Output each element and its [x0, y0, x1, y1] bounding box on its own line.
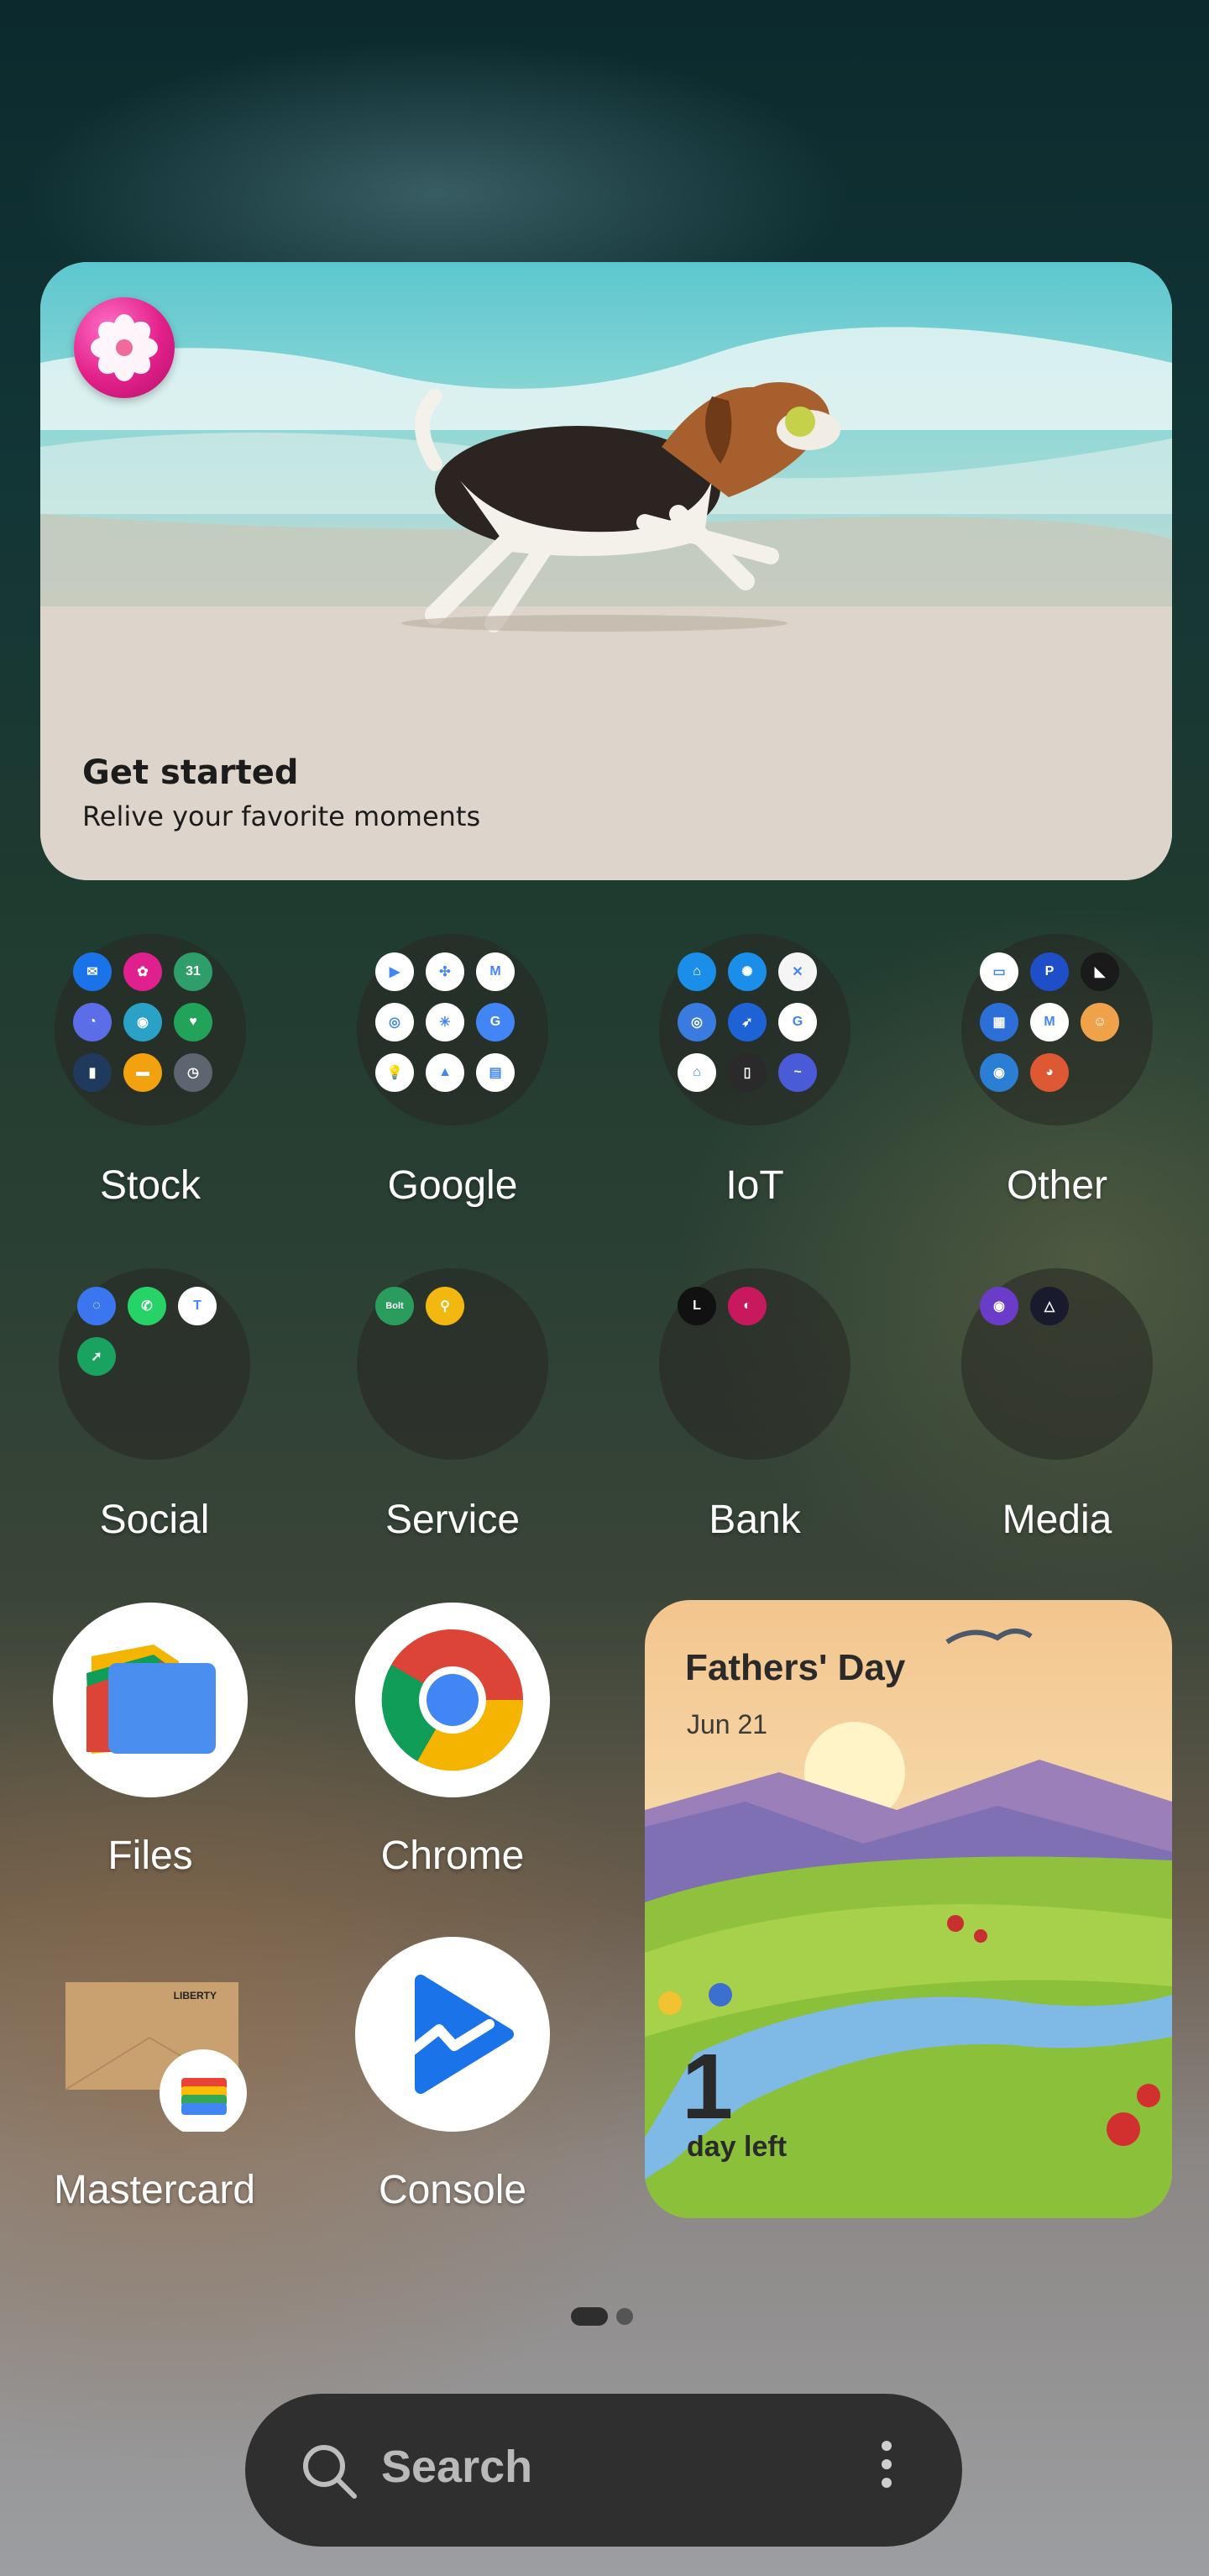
home-app-icon: ⌂ — [678, 1053, 716, 1092]
remote-icon: ▯ — [728, 1053, 767, 1092]
more-options-icon[interactable] — [870, 2441, 903, 2500]
files-icon — [53, 1603, 248, 1797]
app-chrome[interactable]: Chrome — [327, 1603, 578, 1879]
duckduckgo-icon: ◕ — [1030, 1053, 1069, 1092]
folder-service-label: Service — [385, 1498, 521, 1542]
velop-icon: ~ — [778, 1053, 817, 1092]
page-dot[interactable] — [616, 2308, 633, 2325]
folder-social-icon: ◌ ✆ T ➚ — [59, 1268, 250, 1460]
signal-icon: ◌ — [77, 1287, 116, 1325]
event-days-label: day left — [687, 2131, 788, 2163]
keep-icon: 💡 — [375, 1053, 414, 1092]
page-dot-active[interactable] — [571, 2307, 608, 2326]
drive-icon: ▲ — [426, 1053, 464, 1092]
folder-service-icon: Bolt ⚲ — [357, 1268, 548, 1460]
folder-iot-icon: ⌂ ✺ ✕ ◎ ➶ G ⌂ ▯ ~ — [659, 934, 850, 1125]
flag-app-icon: ◣ — [1081, 952, 1119, 991]
folder-other-label: Other — [1006, 1163, 1108, 1208]
folder-google-icon: ▶ ✣ M ◎ ✳ G 💡 ▲ ▤ — [357, 934, 548, 1125]
folder-stock-label: Stock — [99, 1163, 202, 1208]
translate-icon: G — [476, 1003, 515, 1041]
console-icon — [355, 1937, 550, 2132]
event-days-count: 1 — [682, 2035, 734, 2138]
search-bar[interactable]: Search — [245, 2394, 962, 2547]
search-icon — [303, 2445, 357, 2499]
circle-app-icon: ◎ — [678, 1003, 716, 1041]
folder-bank-label: Bank — [709, 1498, 801, 1542]
my-files-icon: ▬ — [123, 1053, 162, 1092]
health-icon: ♥ — [174, 1003, 212, 1041]
bolt-icon: Bolt — [375, 1287, 414, 1325]
folder-social[interactable]: ◌ ✆ T ➚ Social — [29, 1268, 280, 1543]
folder-stock[interactable]: ✉ ✿ 31 ◔ ◉ ♥ ▮ ▬ ◷ Stock — [24, 934, 276, 1209]
bixby-icon: ◉ — [123, 1003, 162, 1041]
chrome-icon — [355, 1603, 550, 1797]
gallery-flower-icon[interactable] — [74, 297, 175, 398]
smartthings-icon: ⌂ — [678, 952, 716, 991]
app-mastercard[interactable]: LIBERTY Mastercard — [29, 1937, 280, 2213]
folder-stock-icon: ✉ ✿ 31 ◔ ◉ ♥ ▮ ▬ ◷ — [55, 934, 246, 1125]
proton-mail-icon: M — [1030, 1003, 1069, 1041]
folder-other[interactable]: ▭ P ◣ ▦ M ☺ ◉ ◕ Other — [931, 934, 1183, 1209]
liberty-icon: L — [678, 1287, 716, 1325]
search-placeholder: Search — [381, 2442, 533, 2492]
app-console-label: Console — [378, 2168, 527, 2212]
play-store-icon: ▶ — [375, 952, 414, 991]
folder-google-label: Google — [387, 1163, 518, 1208]
svg-text:LIBERTY: LIBERTY — [174, 1990, 217, 2002]
gallery-icon: ✿ — [123, 952, 162, 991]
memory-text: Get started Relive your favorite moments — [82, 753, 480, 832]
chrome-mini-icon: ◎ — [375, 1003, 414, 1041]
hub-icon: ✺ — [728, 952, 767, 991]
folder-other-icon: ▭ P ◣ ▦ M ☺ ◉ ◕ — [961, 934, 1153, 1125]
mastercard-icon: LIBERTY — [57, 1937, 252, 2137]
folder-iot[interactable]: ⌂ ✺ ✕ ◎ ➶ G ⌂ ▯ ~ IoT — [629, 934, 881, 1209]
docs-icon: ▤ — [476, 1053, 515, 1092]
card-app-icon: ▭ — [980, 952, 1018, 991]
whatsapp-icon: ✆ — [128, 1287, 166, 1325]
podcast-icon: ◉ — [980, 1287, 1018, 1325]
location-app-icon: ⚲ — [426, 1287, 464, 1325]
profile-app-icon: ◉ — [980, 1053, 1018, 1092]
face-app-icon: ☺ — [1081, 1003, 1119, 1041]
share-app-icon: ➚ — [77, 1337, 116, 1376]
memory-widget[interactable]: Get started Relive your favorite moments — [40, 262, 1172, 880]
bird-app-icon: ➶ — [728, 1003, 767, 1041]
gmail-icon: M — [476, 952, 515, 991]
x-app-icon: ✕ — [778, 952, 817, 991]
clock-icon: ◷ — [174, 1053, 212, 1092]
folder-media-label: Media — [1002, 1498, 1112, 1542]
memory-subtitle: Relive your favorite moments — [82, 800, 481, 832]
folder-bank[interactable]: L ◐ Bank — [629, 1268, 881, 1543]
internet-icon: ◔ — [73, 1003, 112, 1041]
folder-media-icon: ◉ △ — [961, 1268, 1153, 1460]
folder-social-label: Social — [99, 1498, 210, 1542]
folder-service[interactable]: Bolt ⚲ Service — [327, 1268, 578, 1543]
messages-icon: ✉ — [73, 952, 112, 991]
memory-title: Get started — [82, 753, 299, 792]
event-date: Jun 21 — [687, 1709, 768, 1739]
bank-app-icon: ◐ — [728, 1287, 767, 1325]
folder-google[interactable]: ▶ ✣ M ◎ ✳ G 💡 ▲ ▤ Google — [327, 934, 578, 1209]
calendar-icon: 31 — [174, 952, 212, 991]
app-mastercard-label: Mastercard — [53, 2168, 256, 2212]
photos-icon: ✣ — [426, 952, 464, 991]
g-app-icon: G — [778, 1003, 817, 1041]
teams-icon: T — [178, 1287, 217, 1325]
app-chrome-label: Chrome — [380, 1834, 525, 1878]
folder-iot-label: IoT — [725, 1163, 784, 1208]
assistant-icon: ✳ — [426, 1003, 464, 1041]
wallet-icon: ▮ — [73, 1053, 112, 1092]
folder-media[interactable]: ◉ △ Media — [931, 1268, 1183, 1543]
event-title: Fathers' Day — [685, 1647, 906, 1688]
folder-bank-icon: L ◐ — [659, 1268, 850, 1460]
proton-vpn-icon: △ — [1030, 1287, 1069, 1325]
playstation-icon: P — [1030, 952, 1069, 991]
grid-app-icon: ▦ — [980, 1003, 1018, 1041]
app-files[interactable]: Files — [24, 1603, 276, 1879]
event-countdown-widget[interactable]: Fathers' Day Jun 21 1 day left — [645, 1600, 1172, 2218]
page-indicator[interactable] — [571, 2307, 633, 2326]
app-files-label: Files — [107, 1834, 193, 1878]
app-console[interactable]: Console — [327, 1937, 578, 2213]
